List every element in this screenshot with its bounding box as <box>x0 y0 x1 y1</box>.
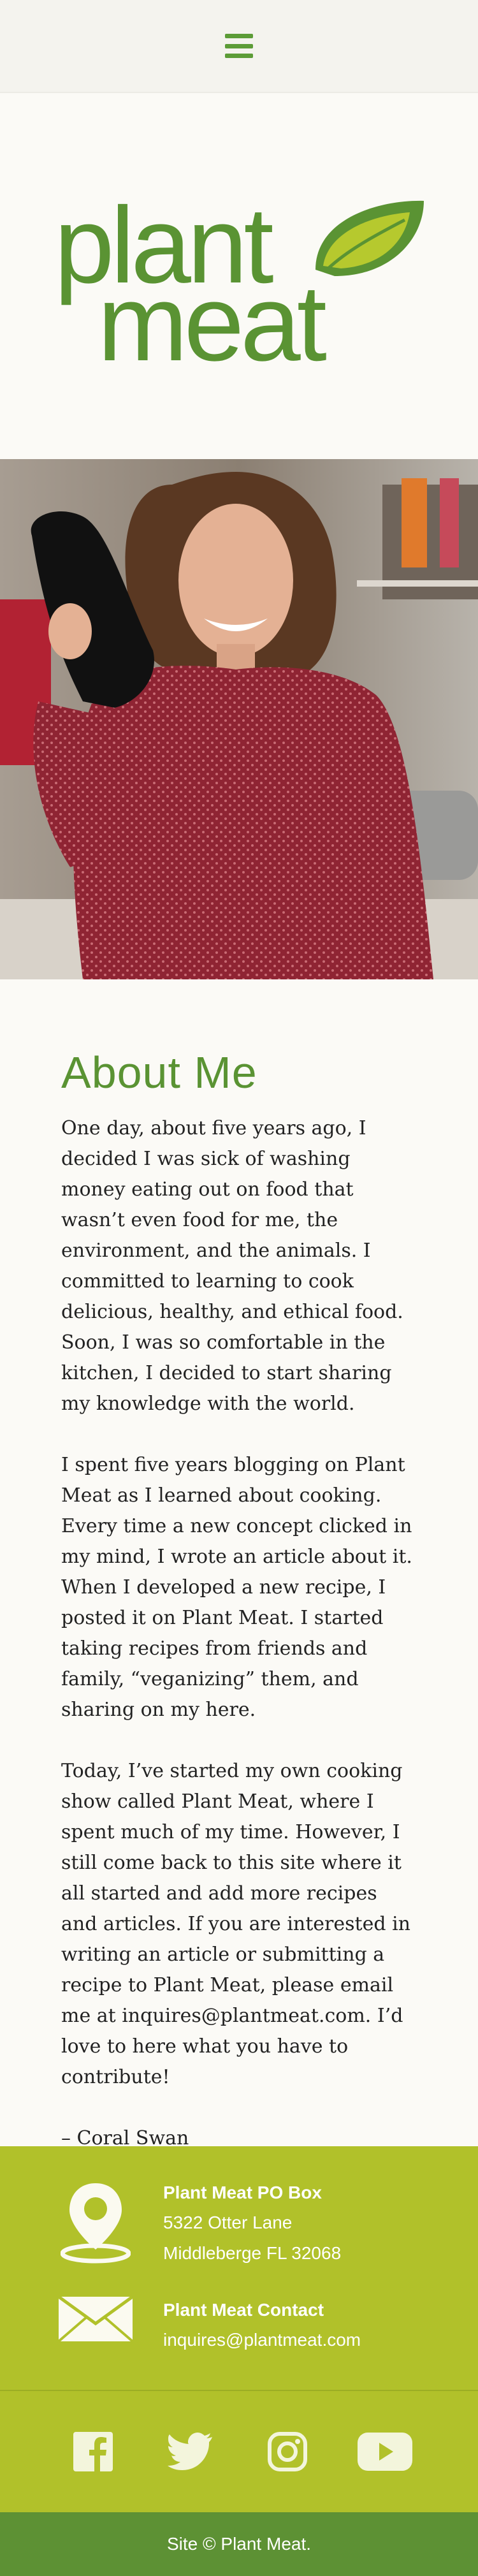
about-heading: About Me <box>61 1048 257 1097</box>
contact-email-link[interactable]: inquires@plantmeat.com <box>163 2325 361 2355</box>
youtube-icon[interactable] <box>356 2426 414 2477</box>
footer-copyright: Site © Plant Meat. <box>166 2534 312 2554</box>
site-footer: Site © Plant Meat. <box>0 2512 478 2576</box>
social-links <box>0 2391 478 2512</box>
po-box-title: Plant Meat PO Box <box>163 2183 322 2202</box>
email-block: Plant Meat Contact inquires@plantmeat.co… <box>57 2295 478 2355</box>
top-navigation-bar <box>0 0 478 93</box>
po-box-city: Middleberge FL 32068 <box>163 2243 342 2263</box>
facebook-icon[interactable] <box>64 2426 122 2477</box>
leaf-icon <box>315 200 424 276</box>
po-box-street: 5322 Otter Lane <box>163 2213 293 2232</box>
about-paragraph-1: One day, about five years ago, I decided… <box>61 1117 403 1415</box>
hamburger-menu-icon[interactable] <box>225 34 253 58</box>
woman-with-oven-mitt-photo <box>0 459 478 979</box>
hero-photo <box>0 459 478 979</box>
contact-title: Plant Meat Contact <box>163 2300 324 2320</box>
logo-text-meat: meat <box>98 263 326 365</box>
instagram-icon[interactable] <box>259 2426 316 2477</box>
plant-meat-logo[interactable]: plant meat <box>48 187 430 365</box>
about-paragraph-2: I spent five years blogging on Plant Mea… <box>61 1454 412 1721</box>
about-section: About Me One day, about five years ago, … <box>0 979 478 2149</box>
po-box-block: Plant Meat PO Box 5322 Otter Lane Middle… <box>57 2178 478 2269</box>
contact-section: Plant Meat PO Box 5322 Otter Lane Middle… <box>0 2146 478 2390</box>
envelope-icon <box>57 2295 134 2343</box>
twitter-icon[interactable] <box>162 2426 219 2477</box>
about-paragraph-3: Today, I’ve started my own cooking show … <box>61 1760 410 2088</box>
logo-section: plant meat <box>0 93 478 459</box>
map-pin-icon <box>57 2178 134 2264</box>
